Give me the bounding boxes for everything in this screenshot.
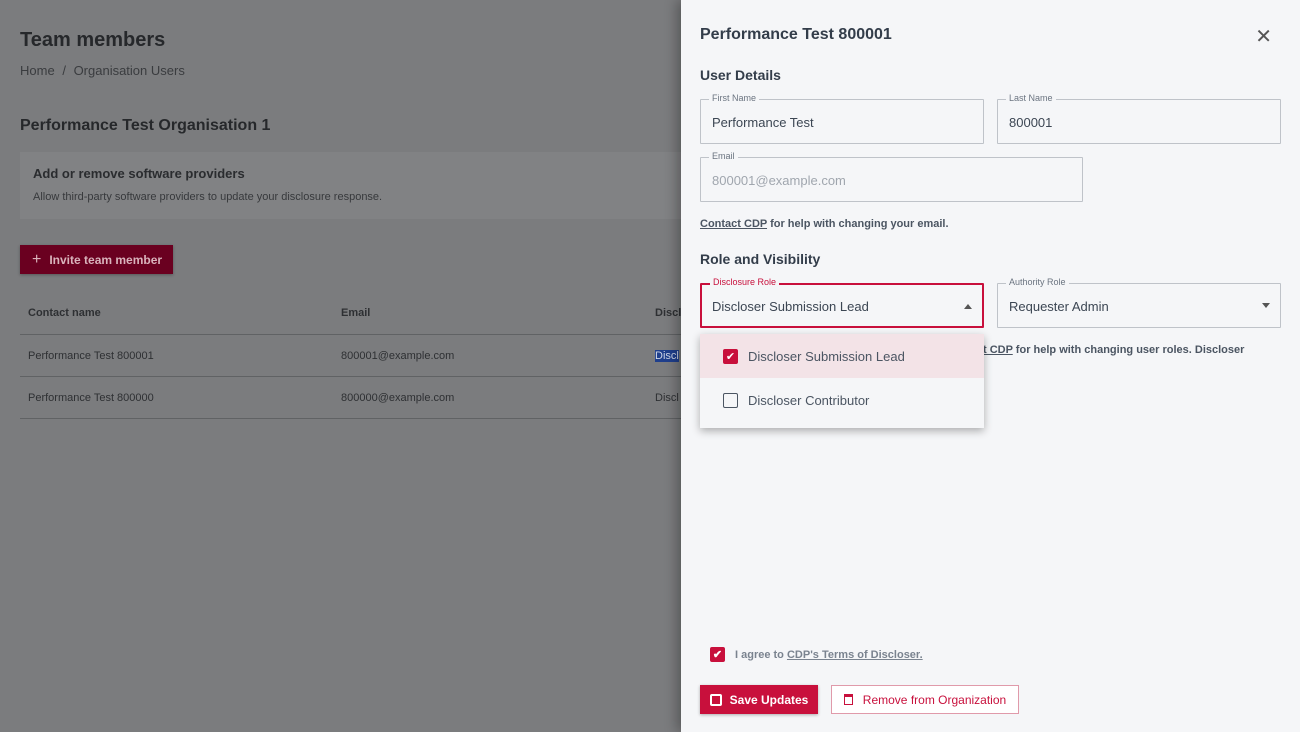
email-note-text: for help with changing your email. [767,218,949,230]
role-note: t CDP for help with changing user roles.… [983,344,1244,356]
role-note-text: for help with changing user roles. Discl… [1012,344,1245,356]
software-providers-card[interactable]: Add or remove software providers Allow t… [20,152,720,219]
table-row[interactable]: Performance Test 800000 800000@example.c… [20,377,720,419]
contact-cdp-link[interactable]: Contact CDP [700,218,767,230]
breadcrumb-current: Organisation Users [73,63,185,78]
authority-role-select[interactable]: Authority Role Requester Admin [997,277,1281,328]
disclosure-role-menu: ✔ Discloser Submission Lead Discloser Co… [700,334,984,428]
checkbox-unchecked-icon[interactable] [723,392,738,408]
breadcrumb-separator: / [62,63,66,78]
cell-name: Performance Test 800000 [28,391,154,404]
option-discloser-contributor[interactable]: Discloser Contributor [700,378,984,422]
org-title: Performance Test Organisation 1 [20,117,271,134]
cell-name: Performance Test 800001 [28,349,154,362]
user-details-heading: User Details [700,67,781,83]
drawer-title: Performance Test 800001 [700,26,892,43]
authority-role-value: Requester Admin [1009,299,1109,314]
checkbox-checked-icon[interactable]: ✔ [723,348,738,364]
save-updates-button[interactable]: Save Updates [700,685,818,714]
first-name-field[interactable]: First Name Performance Test [700,93,984,144]
last-name-field[interactable]: Last Name 800001 [997,93,1281,144]
edit-user-drawer: Performance Test 800001 ✕ User Details F… [681,0,1300,732]
caret-up-icon [964,304,972,309]
email-label: Email [709,151,738,161]
remove-from-organization-button[interactable]: Remove from Organization [831,685,1019,714]
cell-role: Discl [655,349,679,362]
role-visibility-heading: Role and Visibility [700,251,821,267]
caret-down-icon [1262,303,1270,308]
header-contact-name: Contact name [28,307,101,319]
last-name-label: Last Name [1006,93,1056,103]
disclosure-role-label: Disclosure Role [710,277,780,287]
first-name-value: Performance Test [712,115,814,130]
breadcrumb: Home / Organisation Users [20,63,185,78]
terms-agreement: ✔ I agree to CDP's Terms of Discloser. [710,647,923,662]
contact-cdp-roles-link[interactable]: t CDP [983,344,1013,356]
invite-label: Invite team member [49,252,163,267]
save-icon [709,693,722,706]
authority-role-label: Authority Role [1006,277,1069,287]
option-discloser-submission-lead[interactable]: ✔ Discloser Submission Lead [700,334,984,378]
invite-team-member-button[interactable]: + Invite team member [20,245,173,274]
card-subtitle: Allow third-party software providers to … [33,191,383,203]
agree-text: I agree to [735,648,787,661]
option-label: Discloser Contributor [748,392,870,408]
table-header: Contact name Email Discl [20,292,720,335]
table-row[interactable]: Performance Test 800001 800001@example.c… [20,335,720,377]
agree-checkbox[interactable]: ✔ [710,647,725,662]
terms-link[interactable]: CDP's Terms of Discloser. [787,649,923,661]
card-title: Add or remove software providers [33,166,245,181]
remove-label: Remove from Organization [862,692,1007,707]
save-label: Save Updates [729,692,809,707]
breadcrumb-home[interactable]: Home [20,63,55,78]
cell-email: 800000@example.com [341,391,455,404]
header-email: Email [341,307,371,319]
disclosure-role-value: Discloser Submission Lead [712,299,869,314]
email-value: 800001@example.com [712,173,846,188]
members-table: Contact name Email Discl Performance Tes… [20,292,720,419]
cell-email: 800001@example.com [341,349,455,362]
trash-icon [843,694,853,705]
plus-icon: + [32,250,42,268]
page-title: Team members [20,29,166,51]
email-field: Email 800001@example.com [700,151,1083,202]
disclosure-role-select[interactable]: Disclosure Role Discloser Submission Lea… [700,277,984,328]
last-name-value: 800001 [1009,115,1053,130]
close-icon[interactable]: ✕ [1255,24,1272,49]
email-note: Contact CDP for help with changing your … [700,218,949,230]
option-label: Discloser Submission Lead [748,348,905,364]
first-name-label: First Name [709,93,760,103]
